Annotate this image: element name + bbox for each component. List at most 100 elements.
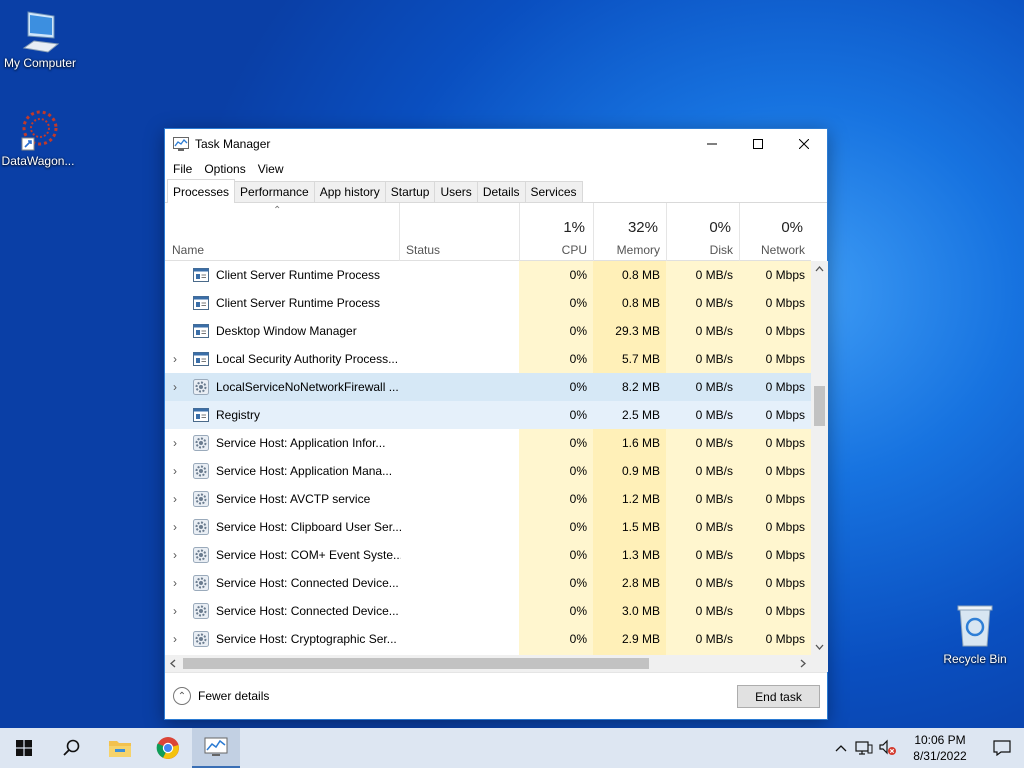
menu-file[interactable]: File xyxy=(167,162,198,176)
network-value: 0 Mbps xyxy=(765,380,805,394)
table-row[interactable]: Registry 0% 2.5 MB 0 MB/s 0 Mbps xyxy=(165,401,811,429)
expand-chevron-icon[interactable]: › xyxy=(173,492,183,506)
process-name: Local Security Authority Process... xyxy=(216,352,399,366)
desktop-icon-my-computer[interactable]: My Computer xyxy=(0,8,80,70)
memory-value: 3.0 MB xyxy=(621,604,660,618)
column-header-name[interactable]: ⌃ Name xyxy=(165,203,399,261)
process-name: Desktop Window Manager xyxy=(216,324,357,338)
task-manager-window: Task Manager File Options View Processes… xyxy=(164,128,828,720)
table-row[interactable]: › LocalServiceNoNetworkFirewall ... 0% 8.2 … xyxy=(165,373,811,401)
process-name: Registry xyxy=(216,408,261,422)
table-row[interactable]: › Service Host: AVCTP service 0% 1.2 MB 0 MB… xyxy=(165,485,811,513)
tab-details[interactable]: Details xyxy=(476,181,526,202)
cpu-value: 0% xyxy=(569,436,587,450)
vertical-scrollbar[interactable] xyxy=(811,261,828,655)
window-icon xyxy=(193,407,209,423)
expand-chevron-icon[interactable]: › xyxy=(173,576,183,590)
start-button[interactable] xyxy=(0,728,48,768)
table-row[interactable]: › Service Host: Cryptographic Ser... 0% 2.9… xyxy=(165,625,811,653)
table-row[interactable]: Client Server Runtime Process 0% 0.8 MB 0 M… xyxy=(165,289,811,317)
expand-chevron-icon[interactable]: › xyxy=(173,604,183,618)
process-name: Service Host: Application Infor... xyxy=(216,436,386,450)
table-row[interactable]: › Service Host: Connected Device... 0% 2.8 … xyxy=(165,569,811,597)
expand-chevron-icon[interactable]: › xyxy=(173,520,183,534)
table-row[interactable]: › Service Host: Application Infor... 0% 1.6… xyxy=(165,429,811,457)
tab-services[interactable]: Services xyxy=(524,181,583,202)
tab-processes[interactable]: Processes xyxy=(167,179,236,203)
column-header-cpu[interactable]: 1% CPU xyxy=(519,203,593,261)
process-name: Service Host: Cryptographic Ser... xyxy=(216,632,397,646)
task-manager-icon xyxy=(204,737,228,756)
tab-app-history[interactable]: App history xyxy=(313,181,386,202)
disk-value: 0 MB/s xyxy=(695,324,733,338)
show-hidden-icons-button[interactable] xyxy=(830,728,852,768)
scroll-up-icon[interactable] xyxy=(811,261,828,277)
end-task-button[interactable]: End task xyxy=(737,685,820,708)
column-header-status[interactable]: Status xyxy=(399,203,520,261)
table-row[interactable]: › Service Host: Connected Device... 0% 3.0 … xyxy=(165,597,811,625)
memory-value: 1.2 MB xyxy=(621,492,660,506)
table-row[interactable]: › Service Host: COM+ Event Syste... 0% 1.3 … xyxy=(165,541,811,569)
cpu-value: 0% xyxy=(569,520,587,534)
vertical-scroll-thumb[interactable] xyxy=(814,386,825,426)
cpu-value: 0% xyxy=(569,268,587,282)
network-tray-button[interactable] xyxy=(852,728,876,768)
chrome-button[interactable] xyxy=(144,728,192,768)
maximize-button[interactable] xyxy=(735,129,781,159)
expand-chevron-icon[interactable]: › xyxy=(173,464,183,478)
desktop-icon-label: DataWagon... xyxy=(1,154,75,168)
desktop-icon-recycle-bin[interactable]: Recycle Bin xyxy=(935,602,1015,666)
scroll-down-icon[interactable] xyxy=(811,639,828,655)
disk-value: 0 MB/s xyxy=(695,380,733,394)
task-manager-taskbar-button[interactable] xyxy=(192,728,240,768)
search-icon xyxy=(63,739,80,756)
menu-options[interactable]: Options xyxy=(198,162,251,176)
volume-tray-button[interactable] xyxy=(876,728,900,768)
scroll-right-icon[interactable] xyxy=(795,655,811,672)
minimize-button[interactable] xyxy=(689,129,735,159)
taskbar-clock[interactable]: 10:06 PM 8/31/2022 xyxy=(900,732,980,764)
window-icon xyxy=(193,323,209,339)
tab-users[interactable]: Users xyxy=(434,181,478,202)
memory-value: 1.5 MB xyxy=(621,520,660,534)
gear-icon xyxy=(193,379,209,395)
table-row[interactable]: › Service Host: Application Mana... 0% 0.9 … xyxy=(165,457,811,485)
table-row[interactable]: › Service Host: Clipboard User Ser... 0% 1.… xyxy=(165,513,811,541)
sort-up-icon: ⌃ xyxy=(273,205,282,216)
memory-value: 0.9 MB xyxy=(621,464,660,478)
search-button[interactable] xyxy=(48,728,96,768)
expand-chevron-icon[interactable]: › xyxy=(173,436,183,450)
menu-view[interactable]: View xyxy=(252,162,290,176)
expand-chevron-icon[interactable]: › xyxy=(173,380,183,394)
gear-icon xyxy=(193,463,209,479)
column-header-disk[interactable]: 0% Disk xyxy=(666,203,739,261)
desktop-icon-datawagon[interactable]: DataWagon... xyxy=(0,106,78,168)
scroll-left-icon[interactable] xyxy=(165,655,181,672)
title-bar[interactable]: Task Manager xyxy=(165,129,827,159)
desktop-icon-label: My Computer xyxy=(3,56,77,70)
column-header-memory[interactable]: 32% Memory xyxy=(593,203,666,261)
column-header-network[interactable]: 0% Network xyxy=(739,203,811,261)
cpu-value: 0% xyxy=(569,576,587,590)
file-explorer-button[interactable] xyxy=(96,728,144,768)
process-name: LocalServiceNoNetworkFirewall ... xyxy=(216,380,399,394)
expand-chevron-icon[interactable]: › xyxy=(173,548,183,562)
notifications-button[interactable] xyxy=(980,728,1024,768)
table-row[interactable]: › Local Security Authority Process... 0% 5.… xyxy=(165,345,811,373)
network-value: 0 Mbps xyxy=(765,604,805,618)
cpu-value: 0% xyxy=(569,380,587,394)
network-value: 0 Mbps xyxy=(765,268,805,282)
network-value: 0 Mbps xyxy=(765,464,805,478)
close-button[interactable] xyxy=(781,129,827,159)
tab-startup[interactable]: Startup xyxy=(384,181,436,202)
horizontal-scroll-thumb[interactable] xyxy=(183,658,649,669)
process-name: Service Host: Application Mana... xyxy=(216,464,393,478)
fewer-details-link[interactable]: ⌃ Fewer details xyxy=(173,687,269,705)
memory-value: 2.9 MB xyxy=(621,632,660,646)
horizontal-scrollbar[interactable] xyxy=(165,655,811,672)
table-row[interactable]: Client Server Runtime Process 0% 0.8 MB 0 M… xyxy=(165,261,811,289)
expand-chevron-icon[interactable]: › xyxy=(173,352,183,366)
table-row[interactable]: Desktop Window Manager 0% 29.3 MB 0 MB/s 0 M… xyxy=(165,317,811,345)
expand-chevron-icon[interactable]: › xyxy=(173,632,183,646)
tab-performance[interactable]: Performance xyxy=(234,181,315,202)
